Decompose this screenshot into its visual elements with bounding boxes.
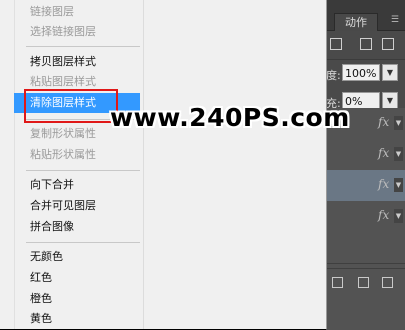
expand-arrow-icon[interactable]: ▼ xyxy=(394,178,403,192)
panel-menu-icon[interactable]: ☰ xyxy=(391,16,399,25)
trash-icon[interactable] xyxy=(382,277,393,288)
layer-row-selected[interactable]: fx ▼ xyxy=(326,170,405,202)
opacity-label: 度: xyxy=(326,69,341,82)
highlight-annotation-box xyxy=(24,89,118,123)
watermark-text: www.240PS.com xyxy=(110,103,350,132)
menu-item-orange[interactable]: 橙色 xyxy=(14,289,140,309)
artboard-icon[interactable] xyxy=(382,38,394,50)
layers-panel: 动作 ☰ 度: 100% ▼ 充: 0% ▼ fx ▼ fx ▼ fx ▼ fx… xyxy=(326,0,405,330)
new-group-icon[interactable] xyxy=(332,277,343,288)
opacity-row: 度: 100% ▼ xyxy=(326,60,405,88)
opacity-input[interactable]: 100% xyxy=(342,64,380,81)
layer-row[interactable]: fx ▼ xyxy=(326,139,405,171)
menu-separator xyxy=(26,242,140,243)
smart-object-icon[interactable] xyxy=(360,38,372,50)
chevron-down-icon[interactable]: ▼ xyxy=(382,92,398,109)
menu-item-no-color[interactable]: 无颜色 xyxy=(14,247,140,267)
menu-item-merge-down[interactable]: 向下合并 xyxy=(14,175,140,195)
expand-arrow-icon[interactable]: ▼ xyxy=(394,116,403,130)
chevron-down-icon[interactable]: ▼ xyxy=(382,64,398,81)
menu-separator xyxy=(26,170,140,171)
menu-item-select-linked-layers[interactable]: 选择链接图层 xyxy=(14,22,140,42)
context-menu: 链接图层 选择链接图层 拷贝图层样式 粘贴图层样式 清除图层样式 复制形状属性 … xyxy=(0,0,327,329)
expand-arrow-icon[interactable]: ▼ xyxy=(394,209,403,223)
fx-icon[interactable]: fx xyxy=(378,177,389,191)
transform-icon[interactable] xyxy=(330,38,342,50)
fx-icon[interactable]: fx xyxy=(378,146,389,160)
menu-item-flatten-image[interactable]: 拼合图像 xyxy=(14,217,140,237)
menu-item-link-layers[interactable]: 链接图层 xyxy=(14,2,140,22)
new-layer-icon[interactable] xyxy=(358,277,369,288)
menu-divider xyxy=(143,0,144,329)
menu-separator xyxy=(26,46,140,47)
layer-row[interactable] xyxy=(326,232,405,264)
expand-arrow-icon[interactable]: ▼ xyxy=(394,147,403,161)
menu-item-copy-layer-style[interactable]: 拷贝图层样式 xyxy=(14,52,140,72)
panel-bottom-bar xyxy=(326,268,405,330)
menu-item-red[interactable]: 红色 xyxy=(14,268,140,288)
layer-row[interactable]: fx ▼ xyxy=(326,201,405,233)
panel-tab-bar: 动作 ☰ xyxy=(326,0,405,31)
fx-icon[interactable]: fx xyxy=(378,115,389,129)
filter-toolbar xyxy=(326,31,405,60)
tab-actions[interactable]: 动作 xyxy=(334,13,378,31)
fx-icon[interactable]: fx xyxy=(378,208,389,222)
menu-item-paste-shape-attributes[interactable]: 粘贴形状属性 xyxy=(14,145,140,165)
menu-item-merge-visible[interactable]: 合并可见图层 xyxy=(14,196,140,216)
menu-item-yellow[interactable]: 黄色 xyxy=(14,309,140,329)
